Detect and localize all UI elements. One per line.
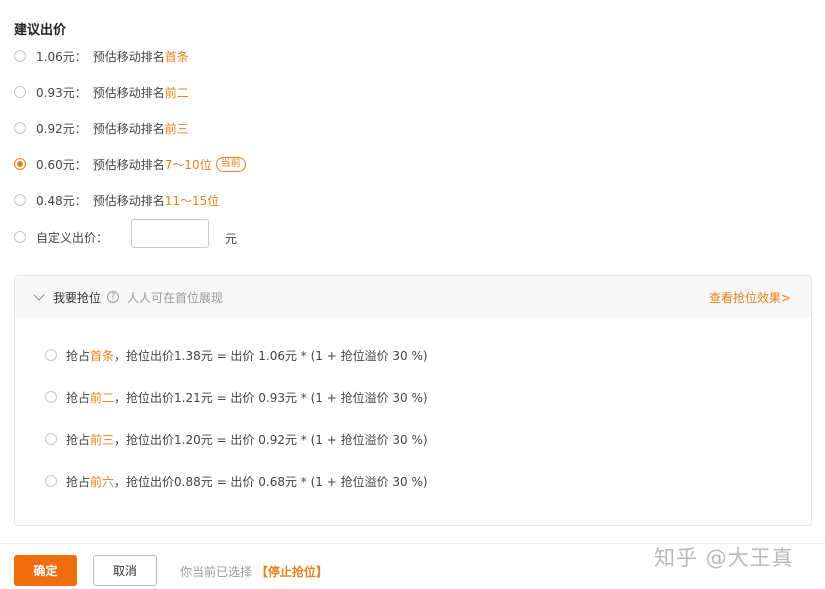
bid-rank: 7～10位 [164, 157, 212, 172]
grab-option[interactable]: 抢占前六，抢位出价0.88元 = 出价 0.68元 * (1 + 抢位溢价 30… [45, 472, 428, 490]
custom-bid-label: 自定义出价： [36, 230, 109, 245]
bid-desc: 预估移动排名 [92, 85, 165, 100]
grab-rank: 首条 [90, 348, 115, 363]
bid-rank: 11～15位 [164, 193, 220, 208]
custom-bid-unit: 元 [225, 232, 238, 246]
bid-option[interactable]: 1.06元： 预估移动排名 首条 [14, 47, 189, 65]
radio-button[interactable] [45, 475, 57, 487]
custom-bid-input[interactable] [131, 219, 209, 248]
cancel-button[interactable]: 取消 [93, 555, 157, 586]
grab-prefix: 抢占 [66, 474, 91, 489]
confirm-button[interactable]: 确定 [14, 555, 77, 586]
selection-status: 你当前已选择 【停止抢位】 [180, 563, 328, 580]
bid-rank: 前二 [164, 85, 189, 100]
bid-desc: 预估移动排名 [92, 49, 165, 64]
bid-price: 0.48元： [36, 193, 87, 208]
grab-note: 人人可在首位展现 [127, 290, 224, 305]
bid-desc: 预估移动排名 [92, 157, 165, 172]
grab-prefix: 抢占 [66, 348, 91, 363]
grab-option[interactable]: 抢占首条，抢位出价1.38元 = 出价 1.06元 * (1 + 抢位溢价 30… [45, 346, 428, 364]
radio-button[interactable] [45, 349, 57, 361]
grab-title: 我要抢位 [53, 290, 102, 305]
grab-prefix: 抢占 [66, 390, 91, 405]
bid-price: 1.06元： [36, 49, 87, 64]
grab-rank: 前二 [90, 390, 115, 405]
custom-bid-option[interactable]: 自定义出价： [14, 228, 108, 246]
current-badge: 当前 [215, 156, 246, 172]
grab-option[interactable]: 抢占前三，抢位出价1.20元 = 出价 0.92元 * (1 + 抢位溢价 30… [45, 430, 428, 448]
radio-button-checked[interactable] [14, 158, 26, 170]
bid-option[interactable]: 0.60元： 预估移动排名 7～10位 当前 [14, 155, 246, 173]
radio-button[interactable] [45, 391, 57, 403]
radio-button[interactable] [45, 433, 57, 445]
status-value: 【停止抢位】 [255, 565, 328, 579]
view-effect-link[interactable]: 查看抢位效果> [709, 289, 791, 306]
grab-formula: ，抢位出价1.20元 = 出价 0.92元 * (1 + 抢位溢价 30 %) [114, 432, 428, 447]
grab-formula: ，抢位出价1.21元 = 出价 0.93元 * (1 + 抢位溢价 30 %) [114, 390, 428, 405]
radio-button[interactable] [14, 194, 26, 206]
bid-rank: 前三 [164, 121, 189, 136]
grab-formula: ，抢位出价0.88元 = 出价 0.68元 * (1 + 抢位溢价 30 %) [114, 474, 428, 489]
bid-price: 0.93元： [36, 85, 87, 100]
section-title: 建议出价 [14, 23, 67, 38]
bid-option[interactable]: 0.93元： 预估移动排名 前二 [14, 83, 189, 101]
grab-panel-header[interactable]: 我要抢位 ? 人人可在首位展现 查看抢位效果> [15, 276, 811, 318]
bid-option[interactable]: 0.92元： 预估移动排名 前三 [14, 119, 189, 137]
grab-rank: 前六 [90, 474, 115, 489]
radio-button[interactable] [14, 50, 26, 62]
bid-desc: 预估移动排名 [92, 193, 165, 208]
help-icon[interactable]: ? [107, 291, 120, 303]
status-text: 你当前已选择 [180, 565, 253, 579]
radio-button[interactable] [14, 86, 26, 98]
bid-rank: 首条 [164, 49, 189, 64]
bid-price: 0.92元： [36, 121, 87, 136]
bid-option[interactable]: 0.48元： 预估移动排名 11～15位 [14, 191, 219, 209]
grab-option[interactable]: 抢占前二，抢位出价1.21元 = 出价 0.93元 * (1 + 抢位溢价 30… [45, 388, 428, 406]
bid-price: 0.60元： [36, 157, 87, 172]
grab-panel: 我要抢位 ? 人人可在首位展现 查看抢位效果> 抢占首条，抢位出价1.38元 =… [14, 275, 812, 526]
chevron-down-icon[interactable] [33, 289, 45, 301]
grab-formula: ，抢位出价1.38元 = 出价 1.06元 * (1 + 抢位溢价 30 %) [114, 348, 428, 363]
radio-button[interactable] [14, 122, 26, 134]
watermark: 知乎 @大王真 [654, 546, 794, 570]
radio-button[interactable] [14, 231, 26, 243]
bid-desc: 预估移动排名 [92, 121, 165, 136]
grab-prefix: 抢占 [66, 432, 91, 447]
grab-rank: 前三 [90, 432, 115, 447]
